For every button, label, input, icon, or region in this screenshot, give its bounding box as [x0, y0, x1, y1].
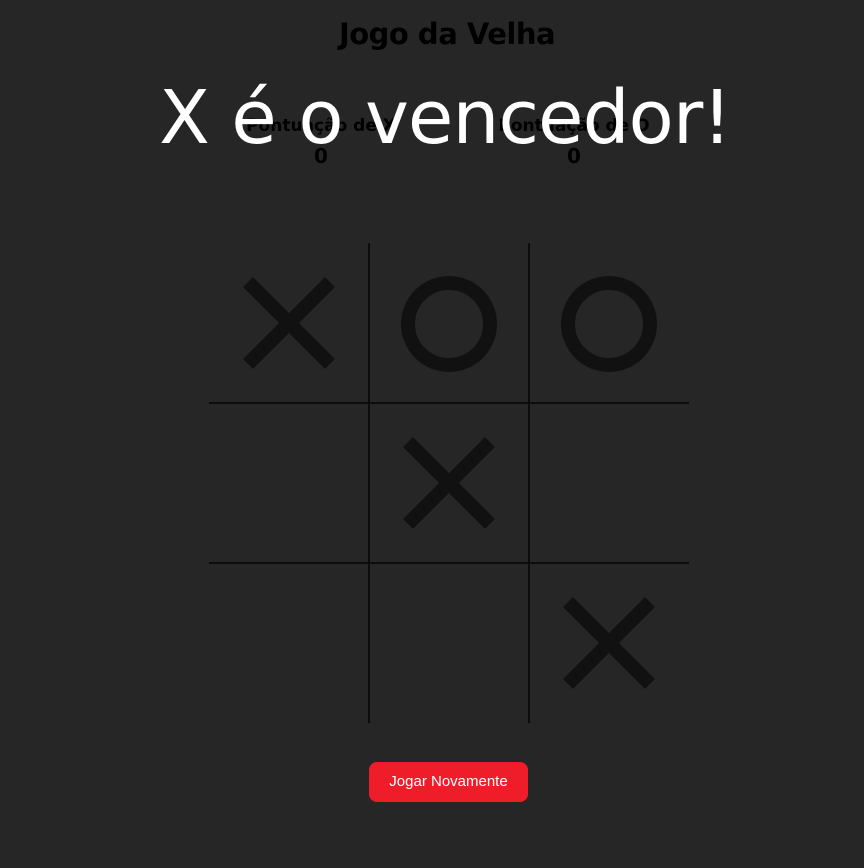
o-mark-ring: [561, 276, 657, 372]
o-mark-icon: [401, 276, 497, 372]
board-cell-5[interactable]: X: [369, 403, 529, 563]
board-cell-3[interactable]: O: [529, 243, 689, 403]
x-mark-icon: [403, 437, 495, 529]
x-mark-icon: [243, 277, 335, 369]
board-cell-1[interactable]: X: [209, 243, 369, 403]
board-cell-4[interactable]: [209, 403, 369, 563]
x-mark-icon: [563, 597, 655, 689]
board-cell-6[interactable]: [529, 403, 689, 563]
o-mark-ring: [401, 276, 497, 372]
board-cell-9[interactable]: X: [529, 563, 689, 723]
board-cell-7[interactable]: [209, 563, 369, 723]
game-board: X O O X X: [209, 243, 689, 723]
page-title: Jogo da Velha: [338, 17, 556, 51]
o-mark-icon: [561, 276, 657, 372]
board-cell-8[interactable]: [369, 563, 529, 723]
play-again-button[interactable]: Jogar Novamente: [369, 762, 528, 802]
winner-message: X é o vencedor!: [159, 75, 732, 161]
board-cell-2[interactable]: O: [369, 243, 529, 403]
